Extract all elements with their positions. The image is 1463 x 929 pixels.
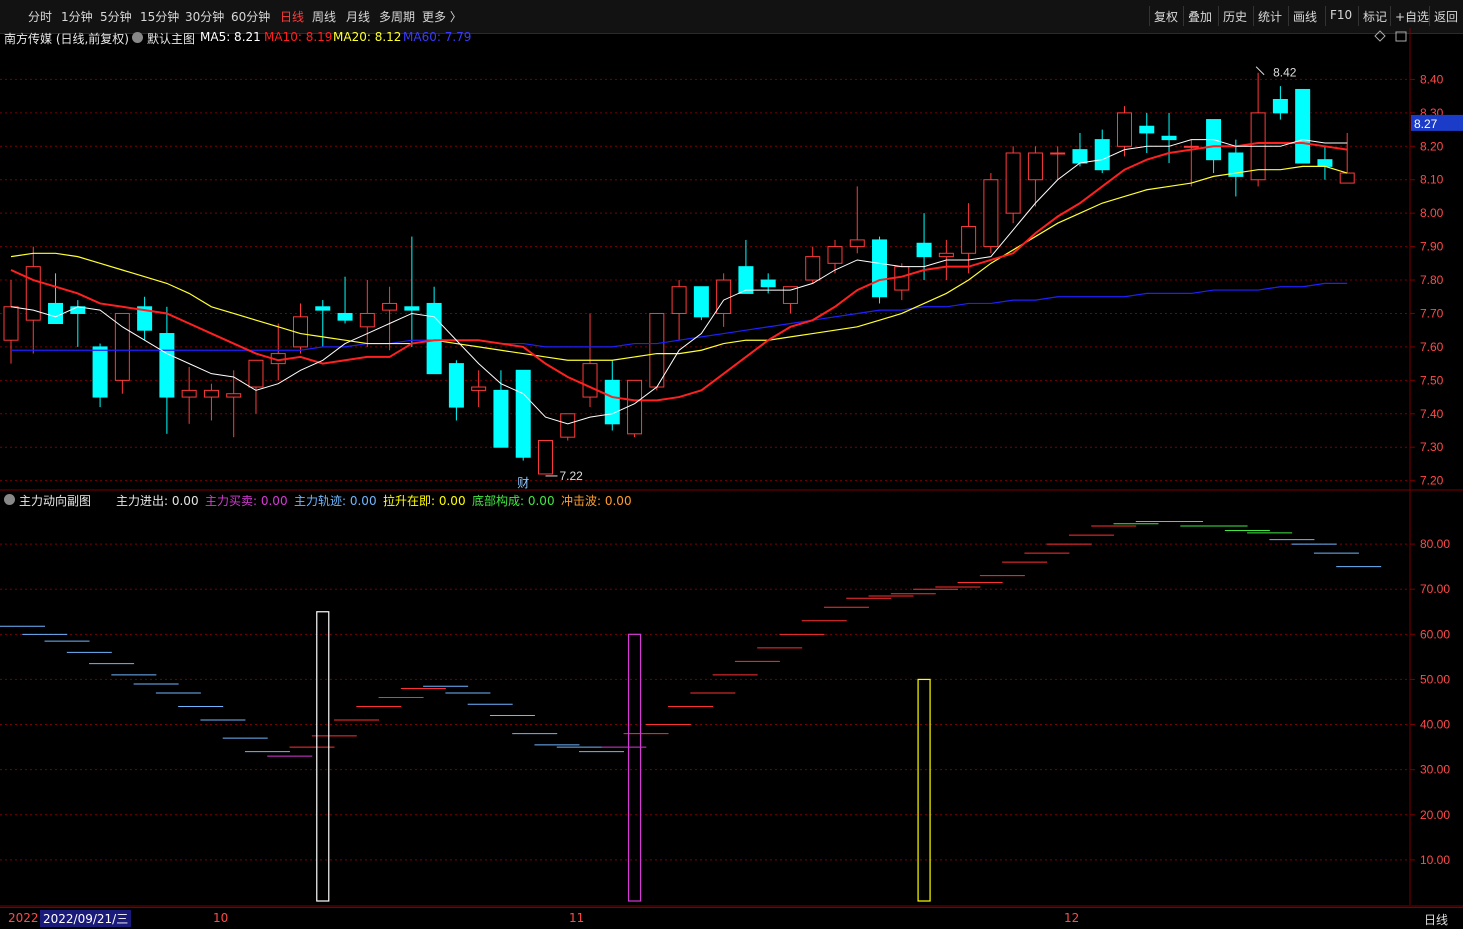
candle-body (426, 302, 442, 375)
candle-body (1317, 159, 1333, 167)
date-axis-bar: 2022 2022/09/21/三 10 11 12 日线 (0, 907, 1463, 929)
y-tick-label: 40.00 (1420, 718, 1450, 732)
candle-body (404, 306, 420, 311)
y-tick-label: 7.40 (1420, 407, 1444, 421)
candle-body (716, 279, 732, 314)
month-label-nov: 11 (569, 911, 585, 925)
y-tick-label: 7.20 (1420, 474, 1444, 488)
candle-body (1094, 139, 1110, 171)
current-price-label: 8.27 (1414, 117, 1438, 131)
diamond-icon (1374, 30, 1386, 42)
candle-body (872, 239, 888, 298)
y-tick-label: 10.00 (1420, 853, 1450, 867)
y-tick-label: 7.70 (1420, 306, 1444, 320)
candle-body (961, 226, 977, 254)
candle-body (1027, 152, 1043, 181)
candle-body (849, 239, 865, 248)
candle-body (471, 386, 487, 391)
candle-body (1295, 88, 1311, 164)
month-label-oct: 10 (213, 911, 229, 925)
candle-body (203, 389, 219, 398)
y-tick-label: 30.00 (1420, 763, 1450, 777)
candle-body (359, 312, 375, 328)
candle-body (3, 306, 19, 341)
y-tick-label: 7.50 (1420, 373, 1444, 387)
candle-body (627, 379, 643, 435)
candle-body (916, 242, 932, 258)
current-date-label: 2022/09/21/三 (40, 910, 132, 927)
y-tick-label: 8.20 (1420, 139, 1444, 153)
candle-body (938, 252, 954, 258)
candle-body (604, 379, 620, 425)
candle-body (337, 312, 353, 321)
candle-body (382, 302, 398, 311)
y-tick-label: 8.40 (1420, 72, 1444, 86)
candle-body (515, 369, 531, 458)
stock-chart[interactable]: 8.408.308.208.108.007.907.807.707.607.50… (0, 0, 1463, 928)
candle-body (827, 246, 843, 264)
y-tick-label: 20.00 (1420, 808, 1450, 822)
candle-body (1072, 149, 1088, 164)
candle-body (181, 389, 197, 398)
signal-bar (917, 678, 931, 902)
panel-toggle-icon (1395, 31, 1407, 42)
candle-body (1183, 145, 1199, 148)
candle-body (782, 286, 798, 304)
candle-body (226, 393, 242, 398)
high-marker (1255, 66, 1265, 76)
candle-body (649, 312, 665, 388)
y-tick-label: 80.00 (1420, 537, 1450, 551)
high-price-label: 8.42 (1273, 66, 1297, 80)
year-label: 2022 (8, 911, 39, 925)
y-tick-label: 70.00 (1420, 582, 1450, 596)
month-label-dec: 12 (1064, 911, 1080, 925)
y-tick-label: 7.30 (1420, 440, 1444, 454)
ma10-line (10, 141, 1348, 402)
y-tick-label: 7.90 (1420, 240, 1444, 254)
y-tick-label: 8.10 (1420, 173, 1444, 187)
y-tick-label: 8.00 (1420, 206, 1444, 220)
candle-body (1272, 98, 1288, 114)
candle-body (738, 266, 754, 294)
candle-body (671, 286, 687, 314)
finance-event-marker: 财 (517, 476, 529, 490)
candle-body (1139, 125, 1155, 134)
candle-body (760, 279, 776, 288)
candle-body (48, 302, 64, 325)
candle-body (448, 363, 464, 408)
candle-body (159, 333, 175, 398)
low-price-label: 7.22 (559, 469, 583, 483)
candle-body (248, 359, 264, 388)
y-tick-label: 50.00 (1420, 672, 1450, 686)
candle-body (805, 256, 821, 281)
candle-body (560, 413, 576, 438)
period-label: 日线 (1424, 913, 1449, 927)
candle-body (1339, 172, 1355, 184)
candle-body (693, 286, 709, 318)
candle-body (92, 346, 108, 398)
candle-body (582, 363, 598, 398)
candle-body (493, 389, 509, 448)
y-tick-label: 7.60 (1420, 340, 1444, 354)
signal-bar (627, 633, 642, 902)
y-tick-label: 60.00 (1420, 627, 1450, 641)
candle-body (1050, 152, 1066, 155)
candle-body (1117, 112, 1132, 147)
candle-body (25, 266, 41, 321)
signal-bar (316, 611, 330, 902)
candle-body (983, 179, 999, 248)
candle-body (1161, 135, 1177, 141)
candle-body (315, 306, 331, 311)
candle-body (537, 440, 553, 475)
y-tick-label: 7.80 (1420, 273, 1444, 287)
candle-body (1005, 152, 1021, 214)
